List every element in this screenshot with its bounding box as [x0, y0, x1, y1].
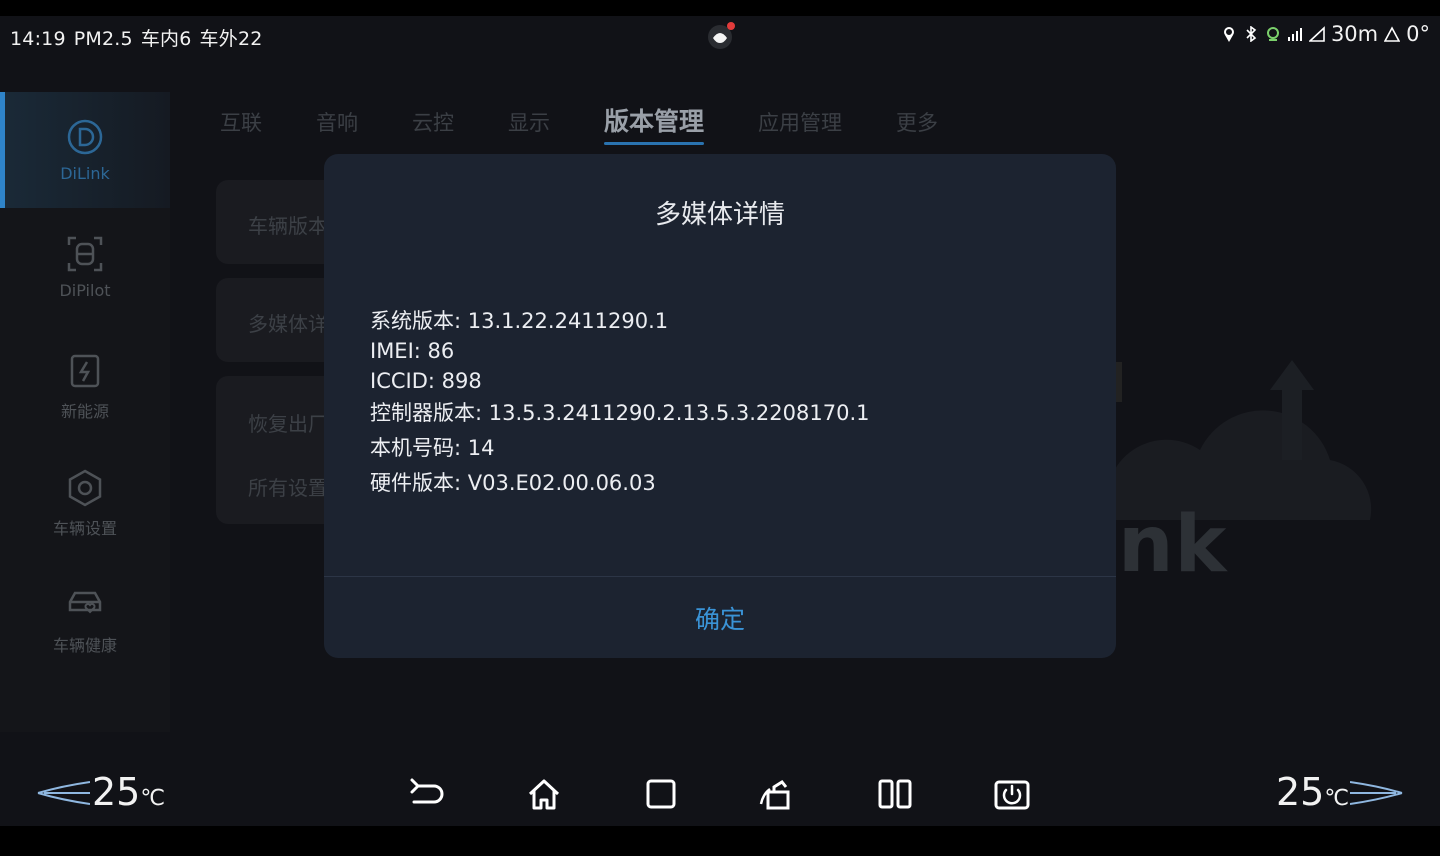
sidebar-item-dipilot[interactable]: DiPilot: [0, 209, 170, 325]
tab-app-management[interactable]: 应用管理: [758, 102, 842, 152]
screen-rotate-icon[interactable]: [758, 774, 798, 814]
right-temperature[interactable]: 25℃: [1276, 770, 1349, 814]
tab-audio[interactable]: 音响: [316, 102, 358, 152]
sidebar-item-new-energy[interactable]: 新能源: [0, 326, 170, 442]
left-temp-value: 25: [92, 770, 141, 814]
slope-icon: [1308, 26, 1325, 42]
split-screen-icon[interactable]: [875, 774, 915, 814]
right-temp-value: 25: [1276, 770, 1325, 814]
phone-number-line: 本机号码: 14: [370, 436, 495, 460]
controller-version-line: 控制器版本: 13.5.3.2411290.2.13.5.3.2208170.1: [370, 401, 870, 425]
system-version-line: 系统版本: 13.1.22.2411290.1: [370, 309, 669, 333]
dilink-icon: [67, 119, 103, 155]
screen-off-icon[interactable]: [992, 774, 1032, 814]
reset-factory-label[interactable]: 恢复出厂: [248, 408, 328, 437]
screen: 14:19 PM2.5 车内6 车外22 30m 0° DiLink DiPilot: [0, 0, 1440, 856]
outside-air-value: 车外22: [199, 28, 263, 50]
battery-icon: [70, 354, 100, 388]
sidebar-item-label: DiLink: [60, 164, 110, 183]
back-icon[interactable]: [406, 774, 446, 814]
background-logo: nk: [1118, 500, 1228, 590]
dashcam-icon: [1266, 27, 1279, 41]
dialog-title: 多媒体详情: [654, 200, 785, 230]
imei-line: IMEI: 86: [370, 339, 455, 363]
card-label: 车辆版本: [248, 214, 328, 238]
left-temperature[interactable]: 25℃: [92, 770, 165, 814]
sidebar-item-vehicle-health[interactable]: 车辆健康: [0, 560, 170, 676]
sidebar-item-dilink[interactable]: DiLink: [0, 92, 170, 208]
sidebar: DiLink DiPilot 新能源 车辆设置 车辆健康: [0, 92, 170, 732]
tab-display[interactable]: 显示: [508, 102, 550, 152]
right-temp-unit: ℃: [1324, 786, 1350, 811]
tab-cloud-control[interactable]: 云控: [412, 102, 454, 152]
multimedia-detail-dialog: 多媒体详情 系统版本: 13.1.22.2411290.1 IMEI: 86 I…: [324, 154, 1116, 658]
tilt-value: 0°: [1406, 22, 1430, 46]
pm25-label: PM2.5: [73, 28, 133, 50]
clock: 14:19: [10, 28, 66, 50]
all-settings-label[interactable]: 所有设置: [248, 472, 328, 501]
sidebar-item-label: 车辆设置: [52, 519, 117, 538]
inside-air-value: 车内6: [140, 28, 192, 50]
settings-tabs: 互联 音响 云控 显示 版本管理 应用管理 更多: [220, 102, 992, 152]
dialog-body: 系统版本: 13.1.22.2411290.1 IMEI: 86 ICCID: …: [370, 306, 1090, 498]
bluetooth-icon: [1246, 26, 1257, 42]
status-left: 14:19 PM2.5 车内6 车外22: [10, 24, 271, 51]
home-icon[interactable]: [524, 774, 564, 814]
status-bar: 14:19 PM2.5 车内6 车外22 30m 0°: [0, 16, 1440, 60]
tab-version-management[interactable]: 版本管理: [604, 102, 705, 152]
left-fan-icon: [37, 781, 90, 805]
cellular-signal-icon: [1287, 28, 1302, 41]
iccid-line: ICCID: 898: [370, 369, 482, 393]
tab-more[interactable]: 更多: [896, 102, 938, 152]
recent-apps-icon[interactable]: [641, 774, 681, 814]
car-heart-icon: [68, 591, 102, 614]
tilt-icon: [1384, 26, 1401, 42]
bottom-bar: 25℃ 25℃: [0, 762, 1440, 826]
right-fan-icon: [1350, 781, 1403, 805]
status-right: 30m 0°: [1221, 22, 1430, 46]
sidebar-item-label: DiPilot: [59, 281, 111, 300]
confirm-button[interactable]: 确定: [324, 577, 1116, 658]
sidebar-item-label: 车辆健康: [52, 636, 117, 655]
top-letterbox: [0, 0, 1440, 16]
bottom-letterbox: [0, 826, 1440, 856]
tab-connect[interactable]: 互联: [220, 102, 262, 152]
hexagon-settings-icon: [68, 469, 102, 507]
voice-assistant-icon[interactable]: [704, 19, 738, 53]
sidebar-item-vehicle-settings[interactable]: 车辆设置: [0, 443, 170, 559]
distance-value: 30m: [1330, 22, 1379, 46]
camera-frame-icon: [67, 236, 103, 272]
hardware-version-line: 硬件版本: V03.E02.00.06.03: [370, 471, 656, 495]
sidebar-item-label: 新能源: [60, 402, 109, 421]
left-temp-unit: ℃: [140, 786, 166, 811]
location-icon: [1223, 27, 1234, 42]
